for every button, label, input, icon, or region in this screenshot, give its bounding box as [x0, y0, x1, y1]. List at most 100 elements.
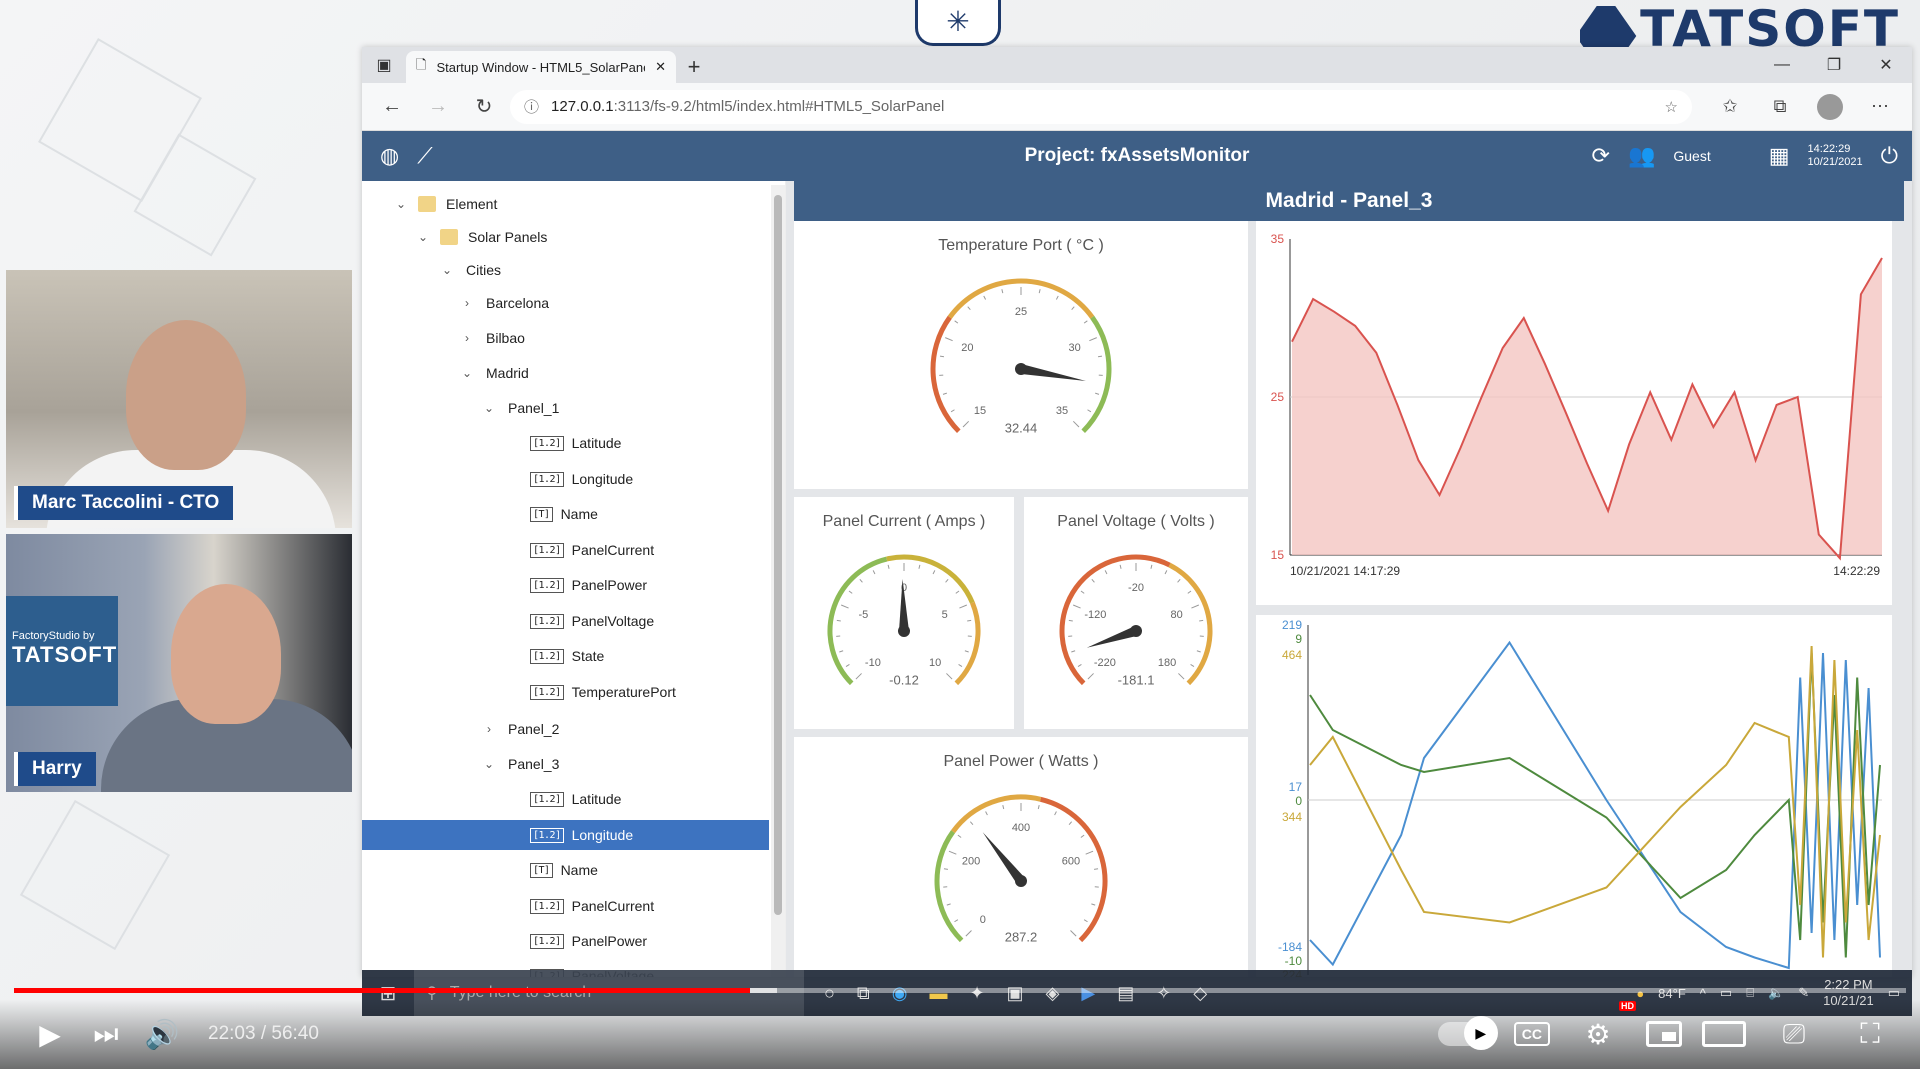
video-progress-bar[interactable] [14, 988, 1906, 993]
next-icon[interactable]: ⏭ [78, 1009, 134, 1059]
add-favorite-icon[interactable]: ☆ [1665, 98, 1678, 116]
series-line [1309, 640, 1881, 970]
calendar-icon[interactable]: ▦ [1769, 143, 1790, 169]
tree-item-label: Name [560, 506, 598, 522]
tree-item[interactable]: [1.2] TemperaturePort [362, 677, 769, 707]
x-start-label: 10/21/2021 14:17:29 [1290, 564, 1400, 578]
gauge-tick-label: 200 [962, 855, 980, 867]
gauge-tick [945, 337, 953, 342]
tree-item[interactable]: ⌄ Madrid [362, 358, 769, 388]
gauge-tick [1068, 619, 1073, 622]
gauge-dial: -10-50510-0.12 [827, 554, 981, 687]
sync-icon[interactable]: ⟳ [1592, 143, 1610, 169]
gauge-tick [1055, 295, 1059, 300]
tree-item[interactable]: ⌄ Panel_1 [362, 393, 769, 423]
tab-actions-icon[interactable]: ▣ [362, 47, 406, 83]
autoplay-toggle[interactable] [1437, 1016, 1498, 1050]
gauge-tick [954, 320, 959, 324]
new-tab-button[interactable]: + [676, 51, 712, 83]
main-area: ⌄ Element ⌄ Solar Panels ⌄ Cities › Barcelona › B… [362, 181, 1912, 977]
settings-gear-icon[interactable]: ⚙ HD [1570, 1001, 1636, 1059]
tree-scrollbar[interactable] [771, 185, 785, 977]
url-path: :3113/fs-9.2/html5/index.html#HTML5_Sola… [613, 98, 945, 115]
webcam-feed-2: FactoryStudio by TATSOFT Harry [6, 534, 352, 792]
chevron-down-icon[interactable]: ⌄ [414, 230, 432, 244]
user-icon[interactable]: 👥 [1628, 143, 1655, 169]
miniplayer-icon[interactable] [1646, 1021, 1682, 1047]
tree-item[interactable]: › Barcelona [362, 288, 769, 318]
theater-mode-icon[interactable] [1702, 1021, 1746, 1047]
chevron-down-icon[interactable]: ⌄ [438, 263, 456, 277]
more-menu-icon[interactable]: ⋯ [1858, 89, 1902, 125]
gauge-tick [967, 306, 971, 311]
tree-item[interactable]: ⌄ Panel_3 [362, 749, 769, 779]
browser-tab[interactable]: 🗋 Startup Window - HTML5_SolarPanel ✕ [406, 51, 676, 83]
volume-icon[interactable]: 🔊 [134, 1009, 190, 1059]
info-icon[interactable]: ⓘ [524, 96, 539, 117]
collections-icon[interactable]: ⧉ [1758, 89, 1802, 125]
tree-item[interactable]: [1.2] State [362, 641, 769, 671]
chevron-right-icon[interactable]: › [480, 722, 498, 736]
tree-item[interactable]: [1.2] PanelVoltage [362, 606, 769, 636]
refresh-button[interactable]: ↻ [464, 89, 504, 125]
chevron-down-icon[interactable]: ⌄ [480, 757, 498, 771]
forward-button[interactable]: → [418, 89, 458, 125]
fullscreen-icon[interactable]: ⛶ [1842, 1009, 1898, 1059]
trend-chart-icon[interactable]: ⟋ [417, 143, 432, 169]
gauge-tick [1178, 673, 1185, 680]
tree-item[interactable]: [T] Name [362, 499, 769, 529]
tree-item[interactable]: ⌄ Solar Panels [362, 222, 769, 252]
power-icon[interactable]: ⏻ [1881, 143, 1898, 169]
chevron-right-icon[interactable]: › [458, 296, 476, 310]
globe-icon[interactable]: ◍ [380, 143, 399, 169]
tree-item[interactable]: [1.2] Latitude [362, 428, 769, 458]
asset-tree: ⌄ Element ⌄ Solar Panels ⌄ Cities › Barcelona › B… [362, 181, 786, 977]
tree-item[interactable]: ⌄ Element [362, 189, 769, 219]
gauge-title: Panel Voltage ( Volts ) [1057, 513, 1215, 530]
gauge-tick [932, 570, 936, 575]
gauge-tick [957, 834, 962, 838]
tree-item[interactable]: [1.2] PanelCurrent [362, 535, 769, 565]
tree-item[interactable]: [1.2] PanelPower [362, 570, 769, 600]
gauge-tick [1190, 664, 1195, 667]
restore-icon[interactable]: ❐ [1808, 47, 1860, 83]
tree-item[interactable]: [1.2] PanelPower [362, 926, 769, 956]
brand-emblem-icon: ✳ [915, 0, 1001, 46]
gauge-tick [1087, 673, 1094, 680]
tree-item[interactable]: [1.2] Longitude [362, 820, 769, 850]
url-field[interactable]: ⓘ 127.0.0.1:3113/fs-9.2/html5/index.html… [510, 89, 1692, 124]
chevron-down-icon[interactable]: ⌄ [458, 366, 476, 380]
close-tab-icon[interactable]: ✕ [655, 59, 666, 75]
tree-item[interactable]: [T] Name [362, 855, 769, 885]
tree-item[interactable]: › Bilbao [362, 323, 769, 353]
tree-item-label: State [571, 648, 605, 664]
gauge-tick [942, 392, 947, 395]
scrollbar-thumb[interactable] [774, 195, 782, 915]
tree-item[interactable]: [1.2] Latitude [362, 784, 769, 814]
profile-button[interactable] [1808, 89, 1852, 125]
gauge-tick [950, 409, 955, 413]
gauge-tick [1071, 650, 1076, 653]
back-button[interactable]: ← [372, 89, 412, 125]
tree-item-label: Longitude [571, 471, 634, 487]
tree-item[interactable]: [1.2] PanelCurrent [362, 891, 769, 921]
tree-item[interactable]: ⌄ Cities [362, 255, 769, 285]
chevron-right-icon[interactable]: › [458, 331, 476, 345]
browser-window: ▣ 🗋 Startup Window - HTML5_SolarPanel ✕ … [362, 47, 1912, 977]
captions-button[interactable]: CC [1513, 1022, 1550, 1046]
gauge-tick [1196, 650, 1201, 653]
cast-icon[interactable]: ⎚ [1766, 1009, 1822, 1059]
chevron-down-icon[interactable]: ⌄ [392, 197, 410, 211]
chevron-down-icon[interactable]: ⌄ [480, 401, 498, 415]
tree-item[interactable]: [1.2] Longitude [362, 464, 769, 494]
play-icon[interactable]: ▶ [22, 1009, 78, 1059]
close-window-icon[interactable]: ✕ [1860, 47, 1912, 83]
favorites-icon[interactable]: ✩ [1708, 89, 1752, 125]
tree-item-label: Latitude [571, 435, 622, 451]
numeric-type-icon: [1.2] [530, 471, 564, 487]
tree-item[interactable]: › Panel_2 [362, 714, 769, 744]
gauge-title: Panel Current ( Amps ) [822, 513, 986, 530]
gauge-tick [1094, 868, 1099, 870]
gauge-tick [955, 590, 960, 594]
minimize-icon[interactable]: — [1756, 47, 1808, 83]
